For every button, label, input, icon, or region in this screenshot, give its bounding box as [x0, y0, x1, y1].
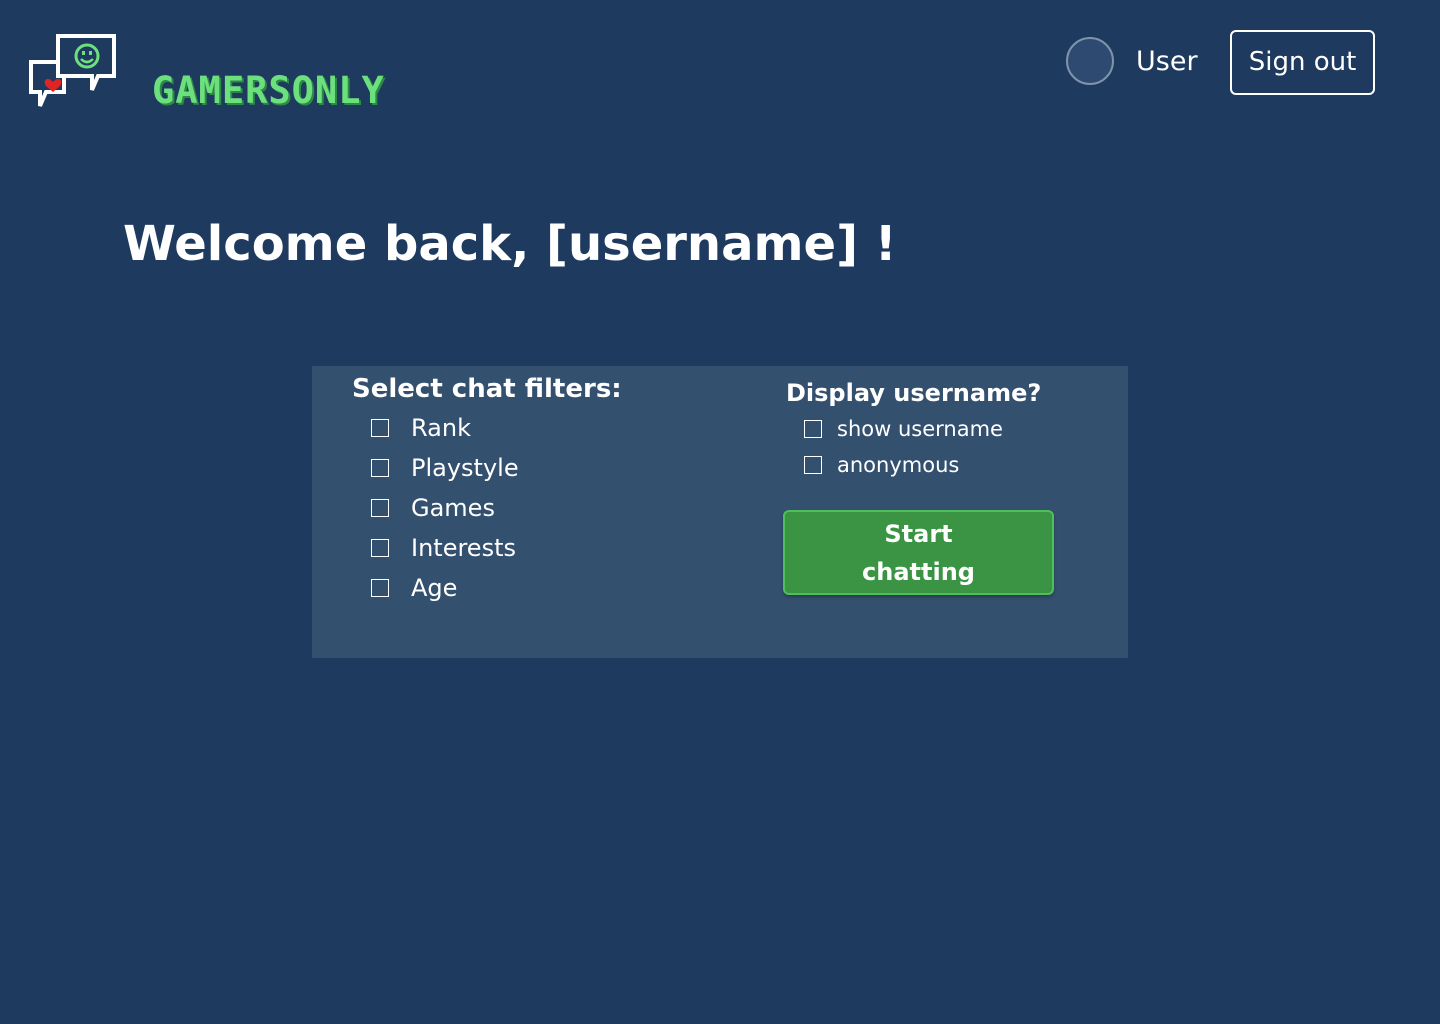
display-username-title: Display username?	[786, 379, 1042, 407]
page: GAMERSONLY User Sign out Welcome back, […	[0, 0, 1440, 1024]
display-label-anonymous: anonymous	[837, 453, 960, 477]
filter-option-interests[interactable]: Interests	[371, 531, 516, 565]
filter-option-games[interactable]: Games	[371, 491, 495, 525]
logo[interactable]: GAMERSONLY	[28, 32, 428, 122]
avatar[interactable]	[1066, 37, 1114, 85]
display-option-anonymous[interactable]: anonymous	[804, 450, 959, 480]
display-checkbox-show-username[interactable]	[804, 420, 822, 438]
chat-bubbles-smiley-heart-icon	[29, 34, 116, 107]
logo-text: GAMERSONLY	[152, 69, 385, 112]
filter-checkbox-rank[interactable]	[371, 419, 389, 437]
filter-checkbox-age[interactable]	[371, 579, 389, 597]
filter-option-rank[interactable]: Rank	[371, 411, 471, 445]
filters-title: Select chat filters:	[352, 374, 622, 404]
filter-label-playstyle: Playstyle	[411, 454, 519, 482]
display-option-show-username[interactable]: show username	[804, 414, 1003, 444]
filter-checkbox-interests[interactable]	[371, 539, 389, 557]
welcome-heading: Welcome back, [username] !	[123, 216, 897, 272]
filter-checkbox-games[interactable]	[371, 499, 389, 517]
filter-checkbox-playstyle[interactable]	[371, 459, 389, 477]
start-chatting-button[interactable]: Start chatting	[783, 510, 1054, 595]
filter-label-interests: Interests	[411, 534, 516, 562]
user-label[interactable]: User	[1136, 44, 1198, 80]
filter-label-rank: Rank	[411, 414, 471, 442]
filter-option-playstyle[interactable]: Playstyle	[371, 451, 519, 485]
sign-out-button[interactable]: Sign out	[1230, 30, 1375, 95]
filter-label-games: Games	[411, 494, 495, 522]
chat-settings-panel: Select chat filters: Rank Playstyle Game…	[312, 366, 1128, 658]
display-label-show-username: show username	[837, 417, 1003, 441]
filter-label-age: Age	[411, 574, 458, 602]
display-checkbox-anonymous[interactable]	[804, 456, 822, 474]
filter-option-age[interactable]: Age	[371, 571, 457, 605]
